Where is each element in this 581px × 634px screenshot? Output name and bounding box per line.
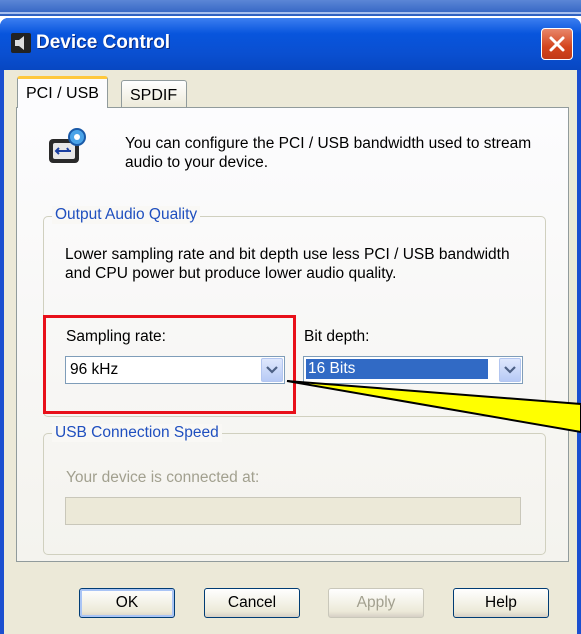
connected-at-label: Your device is connected at: xyxy=(66,469,260,486)
bit-depth-value: 16 Bits xyxy=(306,359,488,379)
help-button[interactable]: Help xyxy=(453,588,549,618)
usb-connection-speed-group xyxy=(43,433,546,555)
ok-button[interactable]: OK xyxy=(79,588,175,618)
apply-button: Apply xyxy=(328,588,424,618)
bit-depth-label: Bit depth: xyxy=(304,328,370,345)
tab-spdif[interactable]: SPDIF xyxy=(121,80,187,108)
close-icon xyxy=(549,36,565,52)
chevron-down-icon xyxy=(504,366,516,374)
connection-speed-field xyxy=(65,497,521,525)
bit-depth-dropdown-button[interactable] xyxy=(499,358,521,382)
title-bar[interactable]: Device Control xyxy=(0,18,581,70)
usb-connection-speed-label: USB Connection Speed xyxy=(52,424,222,442)
cancel-button[interactable]: Cancel xyxy=(204,588,300,618)
tab-pci-usb[interactable]: PCI / USB xyxy=(17,76,108,108)
quality-description: Lower sampling rate and bit depth use le… xyxy=(65,246,510,282)
window-title: Device Control xyxy=(36,32,171,53)
usb-settings-icon xyxy=(49,128,86,163)
highlight-box xyxy=(43,315,296,414)
output-audio-quality-label: Output Audio Quality xyxy=(52,206,201,224)
bit-depth-select[interactable]: 16 Bits xyxy=(303,356,523,384)
intro-text: You can configure the PCI / USB bandwidt… xyxy=(125,135,532,171)
close-button[interactable] xyxy=(541,28,573,60)
background-window-strip xyxy=(0,0,581,16)
speaker-app-icon xyxy=(11,33,31,53)
